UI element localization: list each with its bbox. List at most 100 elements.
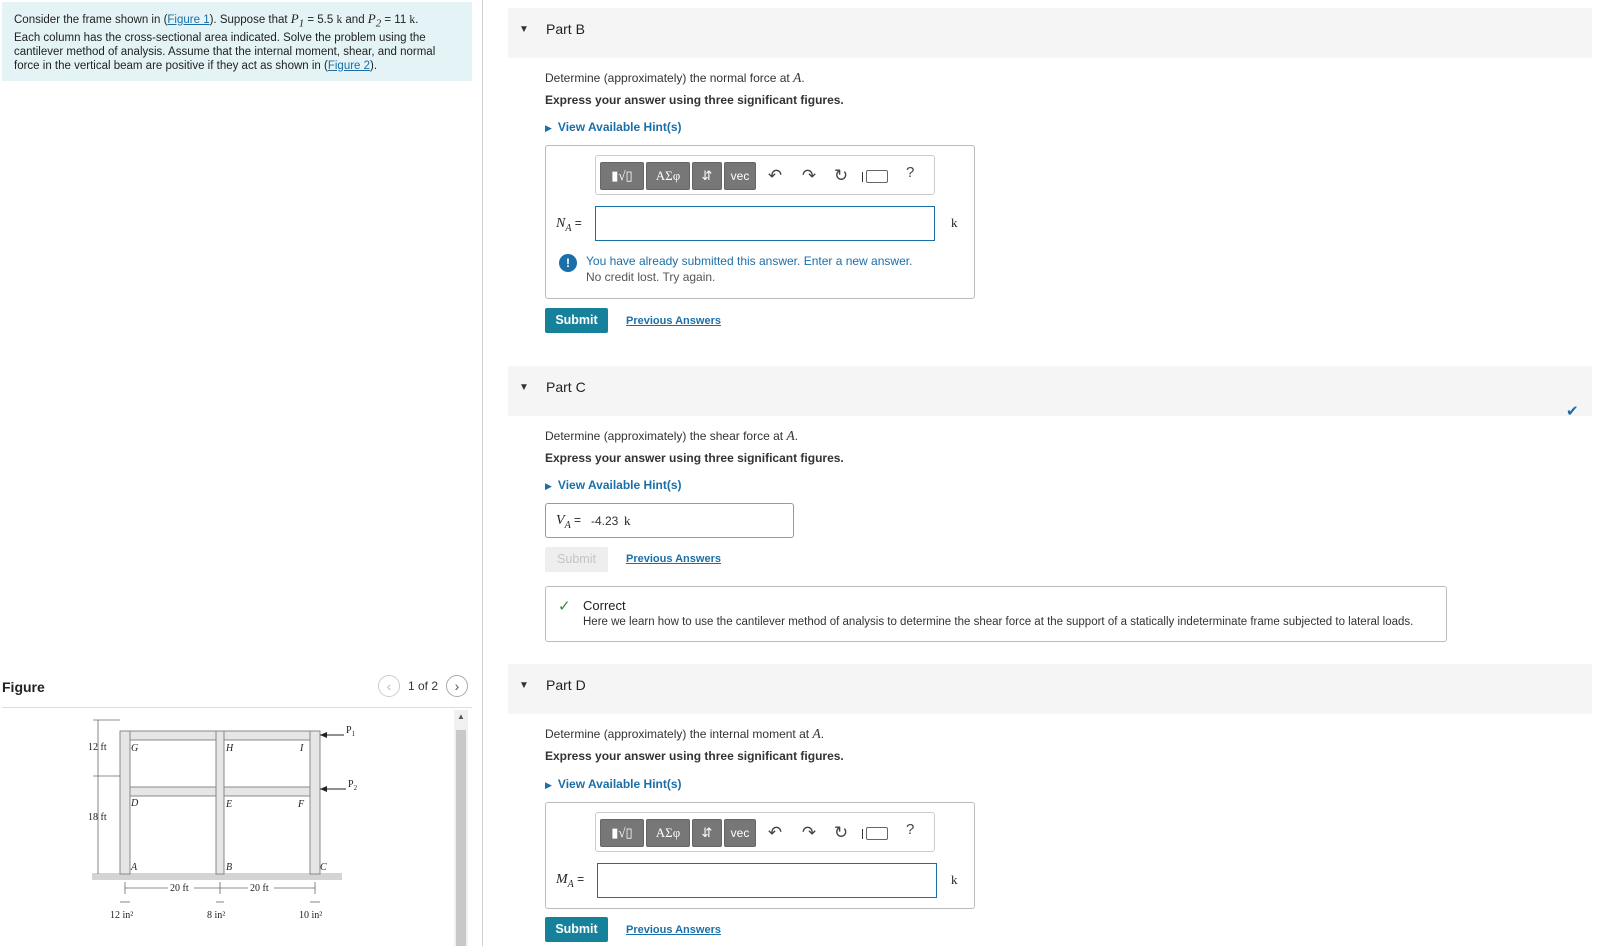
column-center	[215, 730, 225, 875]
redo-icon[interactable]: ↷	[798, 165, 820, 187]
dimension-label: 20 ft	[250, 883, 269, 894]
part-d-answer-box: ▮√▯ ΑΣφ ⇵ vec ↶ ↷ ↻ ? MA = k	[545, 802, 975, 909]
scroll-up-icon[interactable]: ▲	[457, 712, 465, 721]
part-d-unit: k	[951, 872, 958, 887]
part-d-hint-link[interactable]: ▶ View Available Hint(s)	[545, 777, 682, 791]
dimension-label: 20 ft	[170, 883, 189, 894]
caret-down-icon[interactable]: ▼	[519, 382, 529, 393]
column-divider	[482, 0, 483, 946]
part-d-submit-button[interactable]: Submit	[545, 917, 608, 942]
problem-text: .	[415, 14, 419, 26]
problem-text: force in the vertical beam are positive …	[14, 59, 328, 72]
part-c-instruction: Express your answer using three signific…	[545, 451, 844, 465]
part-b-submit-button[interactable]: Submit	[545, 308, 608, 333]
node-label: A	[130, 862, 138, 873]
part-d-answer-input[interactable]	[597, 863, 937, 898]
greek-symbols-button[interactable]: ΑΣφ	[646, 162, 690, 190]
problem-text: ).	[370, 59, 378, 72]
part-d-variable-label: MA =	[556, 872, 585, 890]
caret-down-icon[interactable]: ▼	[519, 24, 529, 35]
vector-button[interactable]: vec	[724, 162, 756, 190]
part-b-warning: You have already submitted this answer. …	[586, 254, 913, 268]
area-label: 10 in²	[299, 910, 322, 921]
checkmark-icon: ✔	[1566, 403, 1579, 420]
part-b-instruction: Express your answer using three signific…	[545, 93, 844, 107]
figure-2-link[interactable]: Figure 2	[328, 60, 370, 72]
greek-symbols-button[interactable]: ΑΣφ	[646, 819, 690, 847]
part-b-warning-sub: No credit lost. Try again.	[586, 270, 716, 284]
redo-icon[interactable]: ↷	[798, 822, 820, 844]
undo-icon[interactable]: ↶	[764, 165, 786, 187]
figure-1-link[interactable]: Figure 1	[167, 14, 209, 26]
part-c-hint-link[interactable]: ▶ View Available Hint(s)	[545, 478, 682, 492]
vector-button[interactable]: vec	[724, 819, 756, 847]
arrowhead	[320, 786, 327, 792]
problem-text: ). Suppose that	[209, 14, 291, 26]
area-label: 8 in²	[207, 910, 225, 921]
check-icon: ✓	[558, 598, 571, 615]
part-b-answer-box: ▮√▯ ΑΣφ ⇵ vec ↶ ↷ ↻ ? NA = k ! You have …	[545, 145, 975, 299]
column-right	[309, 730, 321, 875]
node-label: H	[225, 743, 234, 754]
dimension-label: 12 ft	[88, 742, 107, 753]
column-left	[119, 730, 131, 875]
part-b-math-toolbar: ▮√▯ ΑΣφ ⇵ vec ↶ ↷ ↻ ?	[595, 155, 935, 195]
part-b-unit: k	[951, 215, 958, 230]
chevron-left-icon[interactable]: ‹	[378, 675, 400, 697]
caret-down-icon[interactable]: ▼	[519, 680, 529, 691]
p1-symbol: P1	[290, 11, 305, 30]
caret-right-icon: ▶	[545, 481, 552, 491]
p2-value: = 11	[381, 14, 410, 26]
part-b-hint-link[interactable]: ▶ View Available Hint(s)	[545, 120, 682, 134]
node-label: E	[225, 799, 232, 810]
part-d-question: Determine (approximately) the internal m…	[545, 726, 825, 741]
keyboard-icon[interactable]	[862, 827, 888, 840]
figure-header: Figure ‹ 1 of 2 ›	[0, 675, 472, 705]
part-b-previous-answers-link[interactable]: Previous Answers	[626, 315, 721, 327]
keyboard-icon[interactable]	[862, 170, 888, 183]
load-label-p2: P2	[348, 779, 358, 792]
subscript-superscript-button[interactable]: ⇵	[692, 819, 722, 847]
figure-divider	[2, 707, 472, 708]
help-button[interactable]: ?	[906, 164, 914, 181]
part-b-question: Determine (approximately) the normal for…	[545, 70, 805, 85]
chevron-right-icon[interactable]: ›	[446, 675, 468, 697]
feedback-title: Correct	[583, 598, 626, 613]
help-button[interactable]: ?	[906, 821, 914, 838]
figure-counter: 1 of 2	[408, 679, 439, 693]
area-label: 12 in²	[110, 910, 133, 921]
part-b-variable-label: NA =	[556, 216, 582, 234]
node-label: B	[226, 862, 232, 873]
part-c-answer-display: VA = -4.23 k	[545, 503, 794, 538]
node-label: C	[320, 862, 327, 873]
part-c-variable-label: VA =	[556, 513, 582, 531]
figure-scrollbar[interactable]: ▲	[454, 710, 468, 946]
problem-text: Each column has the cross-sectional area…	[14, 31, 426, 44]
figure-title: Figure	[2, 679, 45, 695]
undo-icon[interactable]: ↶	[764, 822, 786, 844]
caret-right-icon: ▶	[545, 123, 552, 133]
subscript-superscript-button[interactable]: ⇵	[692, 162, 722, 190]
part-c-unit: k	[624, 513, 631, 528]
reset-icon[interactable]: ↻	[830, 165, 852, 187]
part-d-previous-answers-link[interactable]: Previous Answers	[626, 924, 721, 936]
templates-button[interactable]: ▮√▯	[600, 162, 644, 190]
p2-symbol: P2	[367, 11, 382, 30]
load-label-p1: P1	[346, 725, 356, 738]
part-c-header[interactable]: ▼ Part C	[508, 366, 1592, 416]
reset-icon[interactable]: ↻	[830, 822, 852, 844]
part-d-math-toolbar: ▮√▯ ΑΣφ ⇵ vec ↶ ↷ ↻ ?	[595, 812, 935, 852]
arrowhead	[320, 732, 327, 738]
part-d-header[interactable]: ▼ Part D	[508, 664, 1592, 714]
problem-intro: Consider the frame shown in (	[14, 14, 168, 26]
dimension-label: 18 ft	[88, 812, 107, 823]
part-c-feedback: ✓ Correct Here we learn how to use the c…	[545, 586, 1447, 642]
part-b-header[interactable]: ▼ Part B	[508, 8, 1592, 58]
scrollbar-thumb[interactable]	[456, 730, 466, 946]
problem-text: and	[342, 14, 368, 26]
part-c-previous-answers-link[interactable]: Previous Answers	[626, 553, 721, 565]
part-b-answer-input[interactable]	[595, 206, 935, 241]
problem-statement: Consider the frame shown in (Figure 1). …	[2, 2, 472, 81]
templates-button[interactable]: ▮√▯	[600, 819, 644, 847]
part-d-instruction: Express your answer using three signific…	[545, 749, 844, 763]
